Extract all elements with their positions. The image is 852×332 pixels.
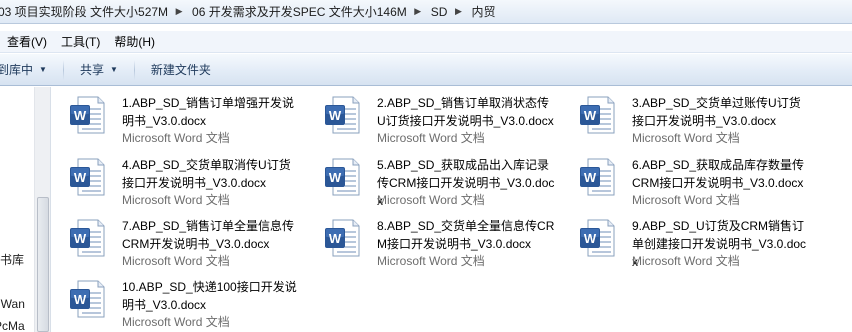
chevron-down-icon: ▼: [109, 65, 118, 74]
toolbar-divider: [62, 59, 64, 80]
menu-help[interactable]: 帮助(H): [107, 31, 162, 53]
word-document-icon: W: [70, 280, 105, 318]
word-document-icon: W: [325, 96, 360, 134]
file-type: Microsoft Word 文档: [632, 193, 740, 207]
navigation-pane[interactable]: 书库 gWan PcMa: [0, 87, 51, 332]
word-document-icon: W: [70, 219, 105, 257]
file-type: Microsoft Word 文档: [377, 131, 485, 145]
new-folder-button[interactable]: 新建文件夹: [141, 58, 221, 82]
file-item[interactable]: W 8.ABP_SD_交货单全量信息传CRM接口开发说明书_V3.0.docx …: [307, 210, 554, 268]
svg-text:W: W: [584, 108, 597, 123]
file-name: 10.ABP_SD_快递100接口开发说明书_V3.0.docx: [122, 280, 297, 312]
file-name: 6.ABP_SD_获取成品库存数量传CRM接口开发说明书_V3.0.docx: [632, 158, 805, 190]
svg-text:W: W: [584, 231, 597, 246]
file-type: Microsoft Word 文档: [122, 131, 230, 145]
file-type: Microsoft Word 文档: [122, 254, 230, 268]
word-document-icon: W: [70, 96, 105, 134]
svg-text:W: W: [329, 231, 342, 246]
word-document-icon: W: [580, 96, 615, 134]
file-item[interactable]: W 3.ABP_SD_交货单过账传U订货接口开发说明书_V3.0.docx Mi…: [562, 87, 802, 145]
file-item[interactable]: W 7.ABP_SD_销售订单全量信息传CRM开发说明书_V3.0.docx M…: [52, 210, 294, 268]
file-name: 7.ABP_SD_销售订单全量信息传CRM开发说明书_V3.0.docx: [122, 219, 295, 251]
breadcrumb-domestic[interactable]: 内贸: [465, 0, 499, 23]
file-list: W 1.ABP_SD_销售订单增强开发说明书_V3.0.docx Microso…: [52, 87, 852, 332]
breadcrumb-spec[interactable]: 06 开发需求及开发SPEC 文件大小146M: [186, 0, 411, 23]
nav-item-user[interactable]: gWan: [0, 297, 25, 311]
address-bar[interactable]: 03 项目实现阶段 文件大小527M ▶ 06 开发需求及开发SPEC 文件大小…: [0, 0, 852, 24]
svg-text:W: W: [74, 170, 87, 185]
nav-scrollbar-thumb[interactable]: [37, 197, 49, 332]
file-name: 8.ABP_SD_交货单全量信息传CRM接口开发说明书_V3.0.docx: [377, 219, 555, 251]
breadcrumb-phase[interactable]: 03 项目实现阶段 文件大小527M: [0, 0, 172, 23]
breadcrumb-arrow-icon[interactable]: ▶: [411, 0, 425, 23]
file-item[interactable]: W 1.ABP_SD_销售订单增强开发说明书_V3.0.docx Microso…: [52, 87, 294, 145]
word-document-icon: W: [580, 219, 615, 257]
word-document-icon: W: [70, 158, 105, 196]
file-type: Microsoft Word 文档: [122, 315, 230, 329]
breadcrumb-arrow-icon[interactable]: ▶: [172, 0, 186, 23]
nav-item-pc[interactable]: PcMa: [0, 319, 25, 332]
svg-text:W: W: [74, 231, 87, 246]
svg-text:W: W: [329, 170, 342, 185]
menu-view[interactable]: 查看(V): [0, 31, 54, 53]
file-item[interactable]: W 6.ABP_SD_获取成品库存数量传CRM接口开发说明书_V3.0.docx…: [562, 149, 804, 207]
file-type: Microsoft Word 文档: [377, 254, 485, 268]
file-type: Microsoft Word 文档: [632, 131, 740, 145]
svg-text:W: W: [74, 108, 87, 123]
include-in-library-label: 到库中: [0, 63, 34, 77]
file-item[interactable]: W 10.ABP_SD_快递100接口开发说明书_V3.0.docx Micro…: [52, 271, 297, 329]
chevron-down-icon: ▼: [39, 65, 47, 74]
file-type: Microsoft Word 文档: [122, 193, 230, 207]
file-name: 2.ABP_SD_销售订单取消状态传U订货接口开发说明书_V3.0.docx: [377, 96, 554, 128]
file-name: 1.ABP_SD_销售订单增强开发说明书_V3.0.docx: [122, 96, 295, 128]
file-type: Microsoft Word 文档: [632, 254, 740, 268]
include-in-library-button[interactable]: 到库中 ▼: [0, 58, 57, 82]
word-document-icon: W: [325, 158, 360, 196]
file-item[interactable]: W 5.ABP_SD_获取成品出入库记录传CRM接口开发说明书_V3.0.doc…: [307, 149, 554, 208]
file-item[interactable]: W 9.ABP_SD_U订货及CRM销售订单创建接口开发说明书_V3.0.doc…: [562, 210, 806, 269]
svg-text:W: W: [584, 170, 597, 185]
command-toolbar: 到库中 ▼ 共享 ▼ 新建文件夹: [0, 54, 852, 86]
file-type: Microsoft Word 文档: [377, 193, 485, 207]
breadcrumb-sd[interactable]: SD: [425, 0, 452, 23]
menu-bar: 查看(V) 工具(T) 帮助(H): [0, 31, 852, 53]
word-document-icon: W: [325, 219, 360, 257]
file-name: 4.ABP_SD_交货单取消传U订货接口开发说明书_V3.0.docx: [122, 158, 291, 190]
word-document-icon: W: [580, 158, 615, 196]
svg-text:W: W: [329, 108, 342, 123]
menu-tools[interactable]: 工具(T): [54, 31, 107, 53]
breadcrumb-arrow-icon[interactable]: ▶: [451, 0, 465, 23]
file-item[interactable]: W 4.ABP_SD_交货单取消传U订货接口开发说明书_V3.0.docx Mi…: [52, 149, 292, 207]
new-folder-label: 新建文件夹: [150, 63, 211, 77]
share-button[interactable]: 共享 ▼: [70, 58, 128, 82]
svg-text:W: W: [74, 292, 87, 307]
nav-scrollbar[interactable]: [34, 87, 50, 332]
file-item[interactable]: W 2.ABP_SD_销售订单取消状态传U订货接口开发说明书_V3.0.docx…: [307, 87, 554, 145]
file-name: 3.ABP_SD_交货单过账传U订货接口开发说明书_V3.0.docx: [632, 96, 801, 128]
nav-item-library[interactable]: 书库: [0, 251, 24, 268]
toolbar-divider: [133, 59, 135, 80]
share-label: 共享: [79, 63, 104, 77]
